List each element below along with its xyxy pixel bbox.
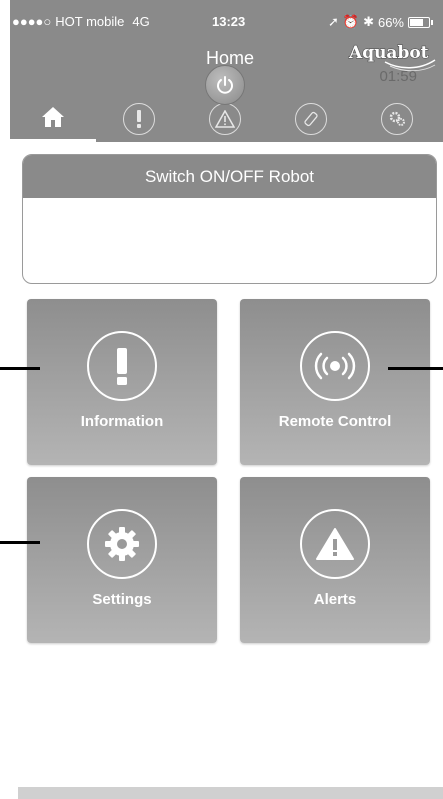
- remote-icon: [295, 102, 327, 135]
- exclamation-icon: [87, 331, 157, 401]
- tab-remote[interactable]: [268, 95, 354, 142]
- signal-dots-icon: ●●●●○: [12, 14, 52, 29]
- carrier-label: HOT mobile: [55, 14, 125, 29]
- battery-icon: [408, 16, 430, 28]
- remote-control-label: Remote Control: [278, 413, 392, 430]
- gears-icon: [381, 102, 413, 135]
- switch-robot-card: Switch ON/OFF Robot: [22, 154, 437, 284]
- exclamation-icon: [123, 102, 155, 135]
- home-icon: [42, 107, 64, 127]
- warning-icon: [300, 509, 370, 579]
- power-button[interactable]: [205, 65, 245, 105]
- run-timer: 01:59: [379, 68, 417, 85]
- battery-tip: [431, 19, 433, 25]
- power-icon: [217, 76, 233, 94]
- location-icon: ➚: [327, 14, 339, 29]
- information-label: Information: [80, 413, 164, 430]
- pointer-line-settings: [0, 541, 40, 544]
- alerts-label: Alerts: [313, 591, 357, 608]
- status-left: ●●●●○ HOT mobile 4G: [12, 14, 150, 29]
- gear-icon: [87, 509, 157, 579]
- status-right: ➚ ⏰ ✱ 66%: [328, 14, 433, 30]
- information-tile[interactable]: Information: [27, 299, 217, 465]
- settings-tile[interactable]: Settings: [27, 477, 217, 643]
- tab-settings[interactable]: [354, 95, 440, 142]
- logo-text: Aquabot: [348, 43, 429, 63]
- battery-percent: 66%: [377, 14, 404, 30]
- bottom-edge: [18, 787, 443, 799]
- alerts-tile[interactable]: Alerts: [240, 477, 430, 643]
- warning-icon: [209, 102, 241, 135]
- status-bar: ●●●●○ HOT mobile 4G 13:23 ➚ ⏰ ✱ 66%: [10, 0, 443, 30]
- switch-card-title: Switch ON/OFF Robot: [23, 155, 436, 198]
- network-label: 4G: [132, 14, 150, 29]
- signal-icon: [300, 331, 370, 401]
- tab-information[interactable]: [96, 95, 182, 142]
- settings-label: Settings: [92, 591, 152, 608]
- pointer-line-information: [0, 367, 40, 370]
- bluetooth-icon: ✱: [363, 14, 374, 29]
- tab-home[interactable]: [10, 95, 96, 142]
- alarm-icon: ⏰: [342, 14, 360, 29]
- pointer-line-remote: [388, 367, 443, 370]
- clock: 13:23: [212, 14, 246, 29]
- remote-control-tile[interactable]: Remote Control: [240, 299, 430, 465]
